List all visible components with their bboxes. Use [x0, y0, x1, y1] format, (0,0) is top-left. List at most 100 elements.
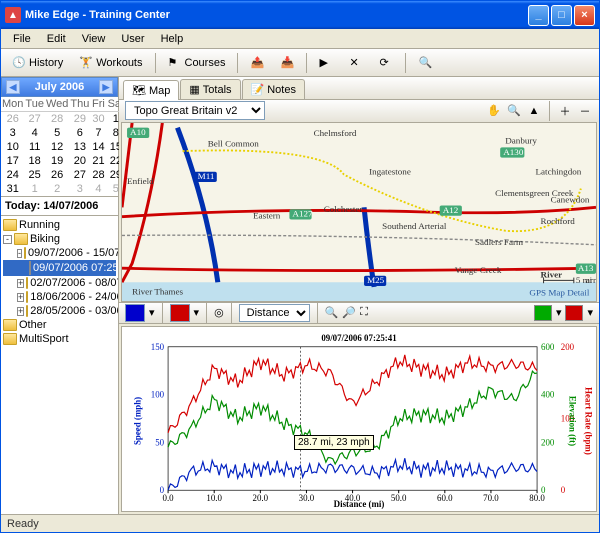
calendar-day[interactable]: 26 — [1, 112, 24, 127]
fit-icon[interactable]: ⛶ — [360, 306, 368, 319]
calendar-day[interactable]: 4 — [24, 126, 45, 140]
maximize-button[interactable]: □ — [551, 5, 572, 26]
today-label[interactable]: Today: 14/07/2006 — [1, 196, 118, 216]
xaxis-select[interactable]: Distance — [239, 304, 310, 322]
dumbbell-icon: 🏋 — [79, 56, 93, 70]
calendar-day[interactable]: 3 — [69, 182, 90, 196]
menu-file[interactable]: File — [5, 31, 39, 47]
map-view[interactable]: Bell Common Chelmsford Danbury Ingatesto… — [121, 122, 597, 302]
calendar-day[interactable]: 27 — [69, 168, 90, 182]
menu-user[interactable]: User — [113, 31, 152, 47]
calendar-day[interactable]: 30 — [90, 112, 106, 127]
svg-text:arnes: arnes — [586, 275, 596, 285]
expand-icon[interactable]: + — [17, 279, 24, 288]
expand-icon[interactable]: + — [17, 293, 24, 302]
next-month-button[interactable]: ▶ — [99, 80, 113, 94]
play-button[interactable]: ▶ — [312, 52, 340, 74]
expand-icon[interactable]: - — [3, 235, 12, 244]
receive-icon: 📥 — [280, 56, 294, 70]
calendar-day[interactable]: 21 — [90, 154, 106, 168]
hr-series-toggle[interactable] — [170, 304, 190, 322]
calendar-day[interactable]: 19 — [45, 154, 69, 168]
tree-item[interactable]: 09/07/2006 07:25 — [3, 260, 116, 276]
speed-series-toggle[interactable] — [125, 304, 145, 322]
tree-item[interactable]: +18/06/2006 - 24/06/20 — [3, 290, 116, 304]
calendar-header: ◀ July 2006 ▶ — [1, 77, 118, 97]
calendar-day[interactable]: 28 — [90, 168, 106, 182]
refresh-button[interactable]: ⟳ — [372, 52, 400, 74]
tree-item[interactable]: MultiSport — [3, 332, 116, 346]
pan-icon[interactable]: ✋ — [486, 103, 502, 119]
calendar-day[interactable]: 26 — [45, 168, 69, 182]
tab-map[interactable]: 🗺Map — [123, 80, 179, 100]
close-button[interactable]: × — [574, 5, 595, 26]
calendar-day[interactable]: 1 — [24, 182, 45, 196]
calendar-day[interactable]: 10 — [1, 140, 24, 154]
calendar-day[interactable]: 28 — [45, 112, 69, 127]
calendar-day[interactable]: 5 — [45, 126, 69, 140]
expand-icon[interactable]: - — [17, 249, 22, 258]
calendar-day[interactable]: 3 — [1, 126, 24, 140]
calendar-day[interactable]: 13 — [69, 140, 90, 154]
zoom-in-icon[interactable]: 🔍 — [325, 306, 339, 319]
zoom-out-icon[interactable]: － — [577, 103, 593, 119]
zoom-icon[interactable]: 🔍 — [506, 103, 522, 119]
calendar-day[interactable]: 24 — [1, 168, 24, 182]
calendar-day[interactable]: 27 — [24, 112, 45, 127]
workouts-button[interactable]: 🏋Workouts — [72, 52, 149, 74]
play-icon: ▶ — [319, 56, 333, 70]
zoom-in-icon[interactable]: ＋ — [557, 103, 573, 119]
tree-item[interactable]: -09/07/2006 - 15/07/20 — [3, 246, 116, 260]
zoom-out-icon[interactable]: 🔎 — [342, 306, 356, 319]
search-button[interactable]: 🔍 — [411, 52, 439, 74]
calendar-day[interactable]: 31 — [1, 182, 24, 196]
calendar-day[interactable]: 12 — [45, 140, 69, 154]
tree-item[interactable]: -Biking — [3, 232, 116, 246]
tree-item[interactable]: +02/07/2006 - 08/07/20 — [3, 276, 116, 290]
tree-item[interactable]: Running — [3, 218, 116, 232]
dropdown-icon[interactable]: ▾ — [149, 306, 155, 319]
send-icon: 📤 — [250, 56, 264, 70]
chart-toolbar: ▾ ▾ ◎ Distance 🔍 🔎 ⛶ ▾ ▾ — [119, 302, 599, 324]
hr-color-button[interactable] — [565, 305, 583, 321]
svg-text:0: 0 — [541, 485, 546, 495]
receive-button[interactable]: 📥 — [273, 52, 301, 74]
send-button[interactable]: 📤 — [243, 52, 271, 74]
svg-text:Ingatestone: Ingatestone — [369, 167, 411, 177]
tab-notes[interactable]: 📝Notes — [242, 79, 305, 99]
dropdown-icon[interactable]: ▾ — [194, 306, 200, 319]
calendar-day[interactable]: 6 — [69, 126, 90, 140]
menu-help[interactable]: Help — [153, 31, 192, 47]
calendar-day[interactable]: 4 — [90, 182, 106, 196]
calendar-day[interactable]: 18 — [24, 154, 45, 168]
tab-totals[interactable]: ▦Totals — [180, 79, 240, 99]
expand-icon[interactable]: + — [17, 307, 24, 316]
range-icon — [26, 305, 28, 317]
chart-view[interactable]: 09/07/2006 07:25:41 0.010.020.030.040.05… — [121, 326, 597, 512]
calendar-day[interactable]: 11 — [24, 140, 45, 154]
range-icon — [26, 291, 28, 303]
tree-item[interactable]: Other — [3, 318, 116, 332]
minimize-button[interactable]: _ — [528, 5, 549, 26]
map-source-select[interactable]: Topo Great Britain v2 — [125, 101, 265, 120]
calendar-day[interactable]: 17 — [1, 154, 24, 168]
tree-item[interactable]: +28/05/2006 - 03/06/20 — [3, 304, 116, 318]
svg-text:0.0: 0.0 — [163, 493, 175, 503]
courses-button[interactable]: ⚑Courses — [161, 52, 233, 74]
calendar-day[interactable]: 14 — [90, 140, 106, 154]
calendar-day[interactable]: 20 — [69, 154, 90, 168]
prev-month-button[interactable]: ◀ — [6, 80, 20, 94]
calendar-day[interactable]: 7 — [90, 126, 106, 140]
range-icon — [26, 277, 28, 289]
calendar-day[interactable]: 25 — [24, 168, 45, 182]
pointer-icon[interactable]: ▲ — [526, 103, 542, 119]
target-icon[interactable]: ◎ — [214, 306, 224, 319]
calendar-day[interactable]: 2 — [45, 182, 69, 196]
history-button[interactable]: 🕓History — [5, 52, 70, 74]
svg-text:Southend Arterial: Southend Arterial — [382, 221, 447, 231]
menu-edit[interactable]: Edit — [39, 31, 74, 47]
calendar-day[interactable]: 29 — [69, 112, 90, 127]
menu-view[interactable]: View — [74, 31, 114, 47]
delete-button[interactable]: ✕ — [342, 52, 370, 74]
elev-color-button[interactable] — [534, 305, 552, 321]
